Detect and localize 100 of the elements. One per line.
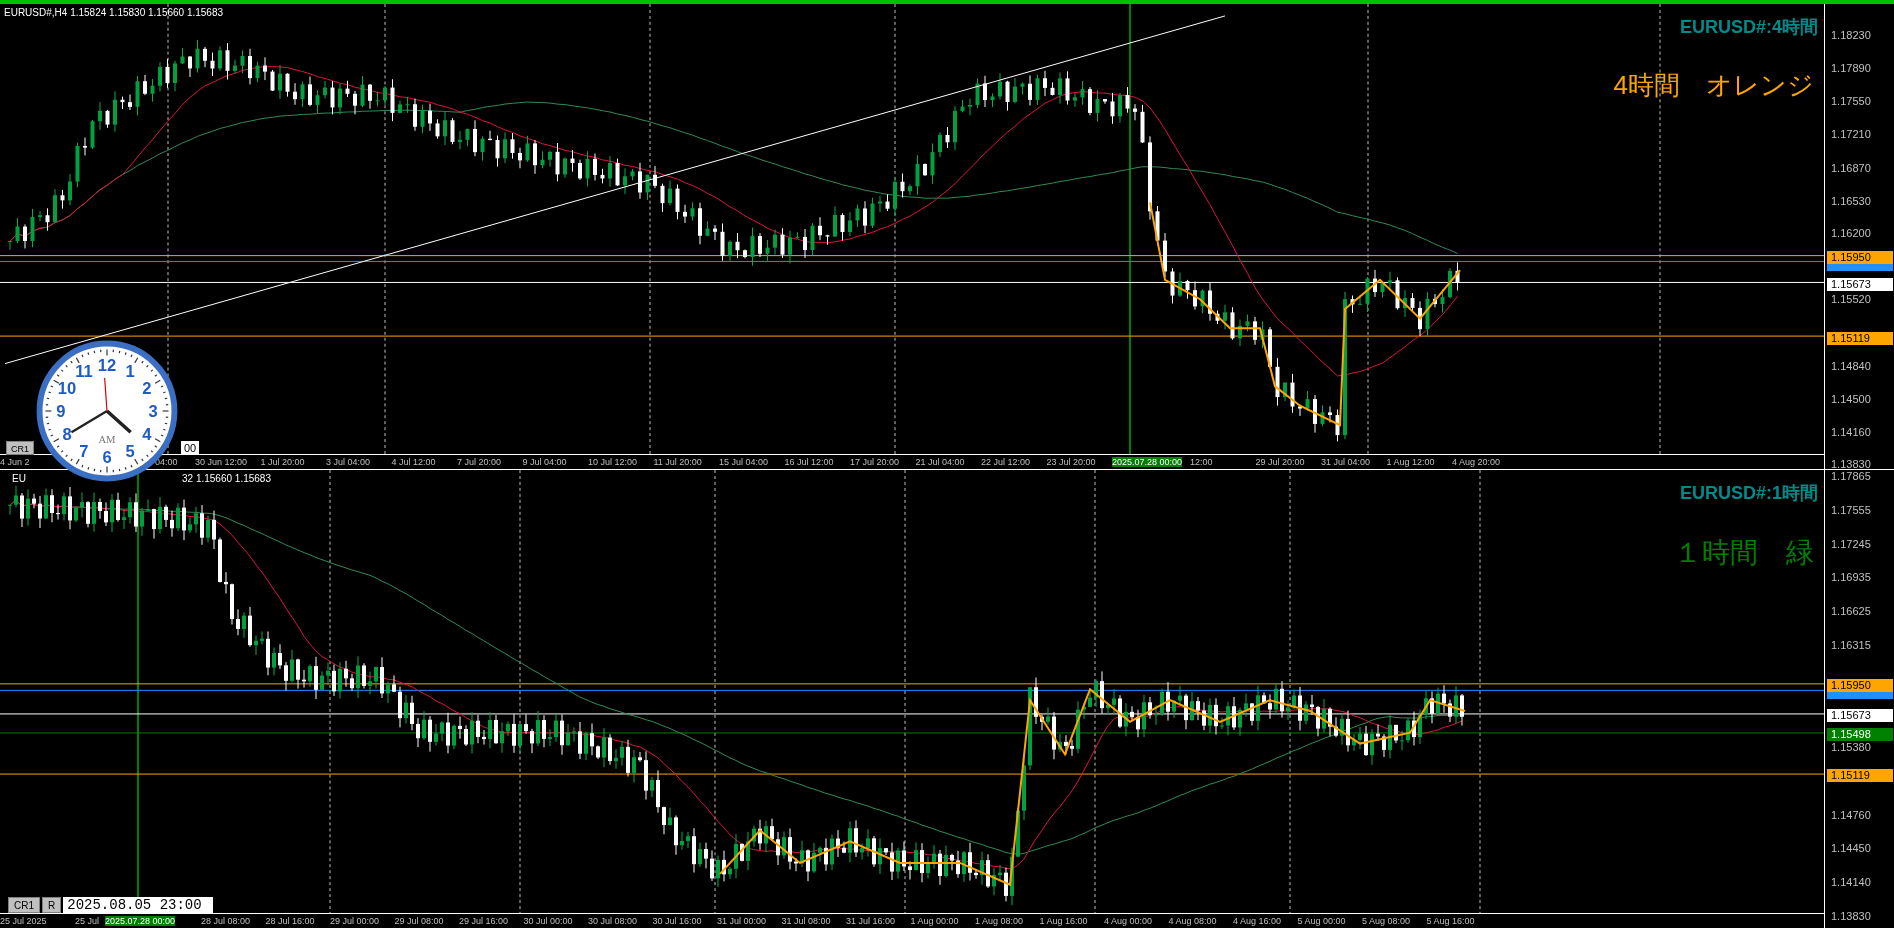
price-axis-label: 1.18230 [1831,29,1871,41]
time-axis-label: 1 Aug 08:00 [975,916,1024,926]
price-axis-label: 1.16315 [1831,639,1871,651]
crosshair-button[interactable]: CR1 [8,897,40,913]
price-axis-label: 1.17555 [1831,503,1871,516]
crosshair-button[interactable]: CR1 [6,441,34,455]
price-axis-label: 1.17890 [1831,62,1871,75]
price-tag: 1.15498 [1827,728,1893,742]
time-axis-label: 5 Aug 16:00 [1426,916,1475,926]
price-axis-label: 1.13830 [1831,458,1871,470]
chart-header: EU [12,472,26,486]
chart-title: EURUSD#:1時間 [1679,482,1818,505]
price-axis-label: 1.16200 [1831,226,1871,239]
time-axis-label: 9 Jul 04:00 [522,457,567,467]
time-axis-label: 31 Jul 00:00 [717,916,767,926]
price-axis-label: 1.15380 [1831,740,1871,753]
time-axis-label: 23 Jul 20:00 [1046,457,1096,467]
time-axis-label: 1 Aug 00:00 [910,916,959,926]
price-tag: 1.15119 [1827,332,1893,346]
chart-header: 32 1.15660 1.15683 [182,472,271,486]
time-axis-label: 30 Jul 00:00 [523,916,573,926]
time-axis-label: 16 Jul 12:00 [784,457,834,467]
price-axis-label: 1.16870 [1831,161,1871,174]
chart-annotation: １時間 緑 [1674,536,1814,570]
price-tag: 1.15119 [1827,769,1893,783]
date-field[interactable]: 2025.08.05 23:00 [63,897,214,913]
clock-numeral: 5 [125,441,135,461]
time-axis-label: 5 Aug 00:00 [1297,916,1346,926]
price-axis-label: 1.14840 [1831,359,1871,372]
price-tag: 1.15673 [1827,709,1893,722]
price-axis-label: 1.15520 [1831,293,1871,306]
time-axis-label: 4 Aug 16:00 [1233,916,1282,926]
price-axis-label: 1.14160 [1831,425,1871,438]
price-axis-label: 1.17210 [1831,128,1871,141]
clock-period: AM [98,433,116,445]
clock-numeral: 8 [62,425,72,444]
clock-numeral: 11 [75,361,93,381]
time-axis-label: 31 Jul 04:00 [1321,457,1371,467]
time-axis-label: 4 Jul 12:00 [391,457,436,467]
time-axis-label: 29 Jul 16:00 [459,916,509,926]
time-axis-label: 1 Aug 12:00 [1386,457,1435,467]
price-axis-label: 1.17245 [1831,537,1871,550]
price-tag: 1.15950 [1827,251,1893,265]
time-axis-label: 29 Jul 00:00 [330,916,380,926]
price-tag: 1.15950 [1827,678,1893,692]
time-axis-label: 12:00 [1190,457,1213,467]
time-axis-label: 30 Jul 08:00 [588,916,638,926]
time-axis-label: 10 Jul 12:00 [588,457,638,467]
time-axis-label: 28 Jul 08:00 [201,916,251,926]
time-axis-label: 28 Jul 16:00 [265,916,315,926]
price-axis-label: 1.14140 [1831,876,1871,889]
time-axis-label: 30 Jul 16:00 [652,916,702,926]
time-axis-label: 4 Jun 2 [0,457,30,467]
price-axis-label: 1.17865 [1831,470,1871,482]
clock-numeral: 3 [148,401,158,421]
price-axis-label: 1.16530 [1831,194,1871,207]
price-axis-label: 1.14450 [1831,842,1871,855]
clock-numeral: 6 [102,448,112,468]
time-axis-label: 25 Jul [75,916,100,926]
time-axis-label: 4 Aug 00:00 [1104,916,1153,926]
price-axis-label: 1.16935 [1831,571,1871,584]
price-axis-label: 1.16625 [1831,605,1871,618]
time-axis-label: 2025.07.28 00:00 [1112,457,1183,467]
time-axis-label: 3 Jul 04:00 [326,457,371,467]
clock-numeral: 10 [57,378,77,398]
time-axis-label: 31 Jul 16:00 [846,916,896,926]
time-axis-label: 31 Jul 08:00 [781,916,831,926]
time-axis-label: 4 Aug 20:00 [1452,457,1501,467]
time-axis-label: 21 Jul 04:00 [915,457,965,467]
clock-numeral: 7 [79,441,89,461]
time-axis-label: 2025.07.28 00:00 [105,916,176,926]
chart-title: EURUSD#:4時間 [1679,16,1818,39]
price-tag: 1.15673 [1827,278,1893,292]
time-axis-label: 11 Jul 20:00 [653,457,702,467]
time-axis-label: 25 Jul 2025 [0,916,47,926]
time-axis-label: 22 Jul 12:00 [981,457,1031,467]
clock-numeral: 2 [142,378,152,398]
price-axis-label: 1.14760 [1831,808,1871,821]
clock-numeral: 12 [97,355,117,375]
time-axis-label: 1 Aug 16:00 [1039,916,1088,926]
price-axis-label: 1.14500 [1831,392,1871,405]
time-axis-label: 30 Jun 12:00 [195,457,248,467]
reset-button[interactable]: R [42,897,62,913]
time-axis-label: 15 Jul 04:00 [719,457,769,467]
chart-annotation: 4時間 オレンジ [1613,69,1814,102]
date-field[interactable]: 00 [181,441,200,455]
price-axis-label: 1.17550 [1831,95,1871,108]
time-axis-label: 4 Aug 08:00 [1168,916,1217,926]
time-axis-label: 17 Jul 20:00 [850,457,900,467]
clock-numeral: 1 [125,361,135,381]
time-axis-label: 1 Jul 20:00 [260,457,305,467]
time-axis-label: 29 Jul 08:00 [394,916,444,926]
chart-header: EURUSD#,H4 1.15824 1.15830 1.15660 1.15683 [4,6,224,20]
time-axis-label: 29 Jul 20:00 [1255,457,1305,467]
time-axis-label: 7 Jul 20:00 [457,457,502,467]
clock-numeral: 9 [56,401,66,421]
clock-numeral: 4 [142,425,152,444]
time-axis-label: 5 Aug 08:00 [1362,916,1411,926]
time-axis-label: 04:00 [155,457,178,467]
price-axis-label: 1.13830 [1831,910,1871,922]
